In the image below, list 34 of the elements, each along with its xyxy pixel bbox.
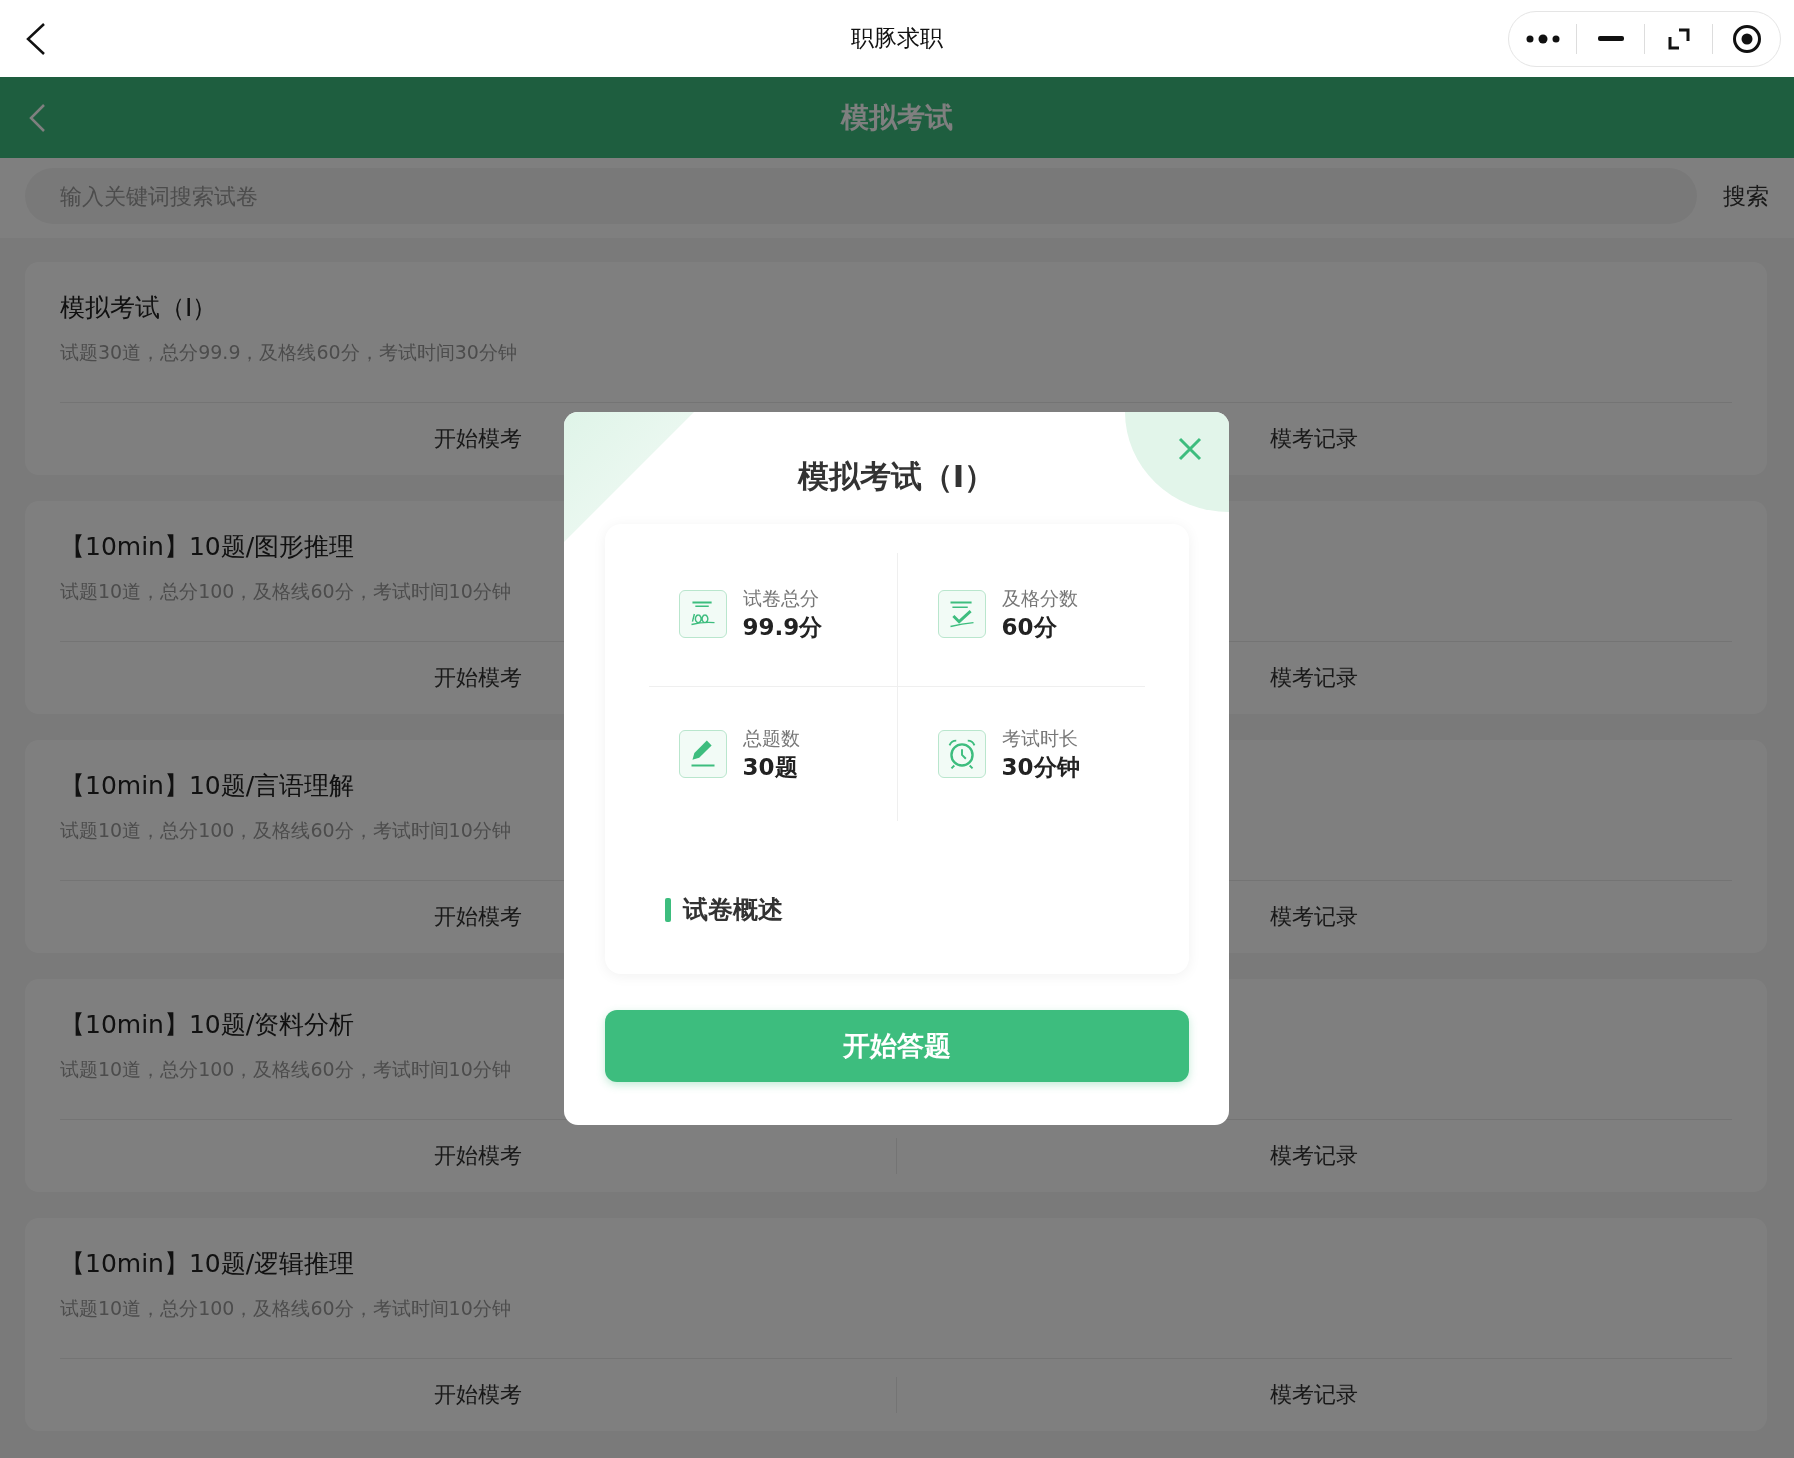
dialog-title: 模拟考试（I） (797, 457, 996, 496)
score-sheet-icon (678, 589, 727, 638)
section-title: 试卷概述 (682, 894, 783, 926)
checklist-icon (937, 589, 986, 638)
stat-value: 30分钟 (1001, 753, 1080, 782)
exam-title: 【10min】10题/资料分析 (60, 1009, 355, 1041)
minimize-icon[interactable] (1597, 36, 1624, 42)
exam-title: 【10min】10题/图形推理 (60, 531, 355, 563)
stat-label: 总题数 (742, 726, 800, 751)
exam-title: 【10min】10题/言语理解 (60, 770, 355, 802)
alarm-clock-icon (937, 730, 986, 778)
exam-action-button[interactable]: 开始模考 (60, 1120, 896, 1192)
stat-label: 及格分数 (1001, 585, 1078, 611)
exam-action-button[interactable]: 模考记录 (896, 642, 1732, 714)
app-title: 职豚求职 (851, 24, 943, 53)
stat-value: 60分 (1001, 612, 1058, 642)
stat-value: 30题 (742, 753, 799, 782)
start-button[interactable]: 开始答题 (604, 1010, 1189, 1082)
exam-title: 模拟考试（I） (60, 292, 218, 324)
stat-label: 试卷总分 (742, 585, 820, 611)
exam-action-button[interactable]: 开始模考 (60, 642, 896, 714)
exam-action-button[interactable]: 开始模考 (60, 1359, 896, 1431)
stat-label: 考试时长 (1001, 726, 1079, 751)
record-icon[interactable] (1731, 24, 1762, 54)
more-icon[interactable] (1525, 34, 1560, 44)
exam-action-button[interactable]: 模考记录 (896, 1359, 1732, 1431)
exam-title: 【10min】10题/逻辑推理 (60, 1248, 355, 1280)
exam-action-button[interactable]: 模考记录 (896, 1120, 1732, 1192)
section-marker (664, 897, 671, 922)
stat-value: 99.9分 (742, 612, 823, 642)
exam-action-button[interactable]: 模考记录 (896, 881, 1732, 953)
search-button[interactable]: 搜索 (1723, 180, 1769, 212)
pencil-icon (678, 730, 727, 778)
page-title: 模拟考试 (841, 99, 953, 136)
